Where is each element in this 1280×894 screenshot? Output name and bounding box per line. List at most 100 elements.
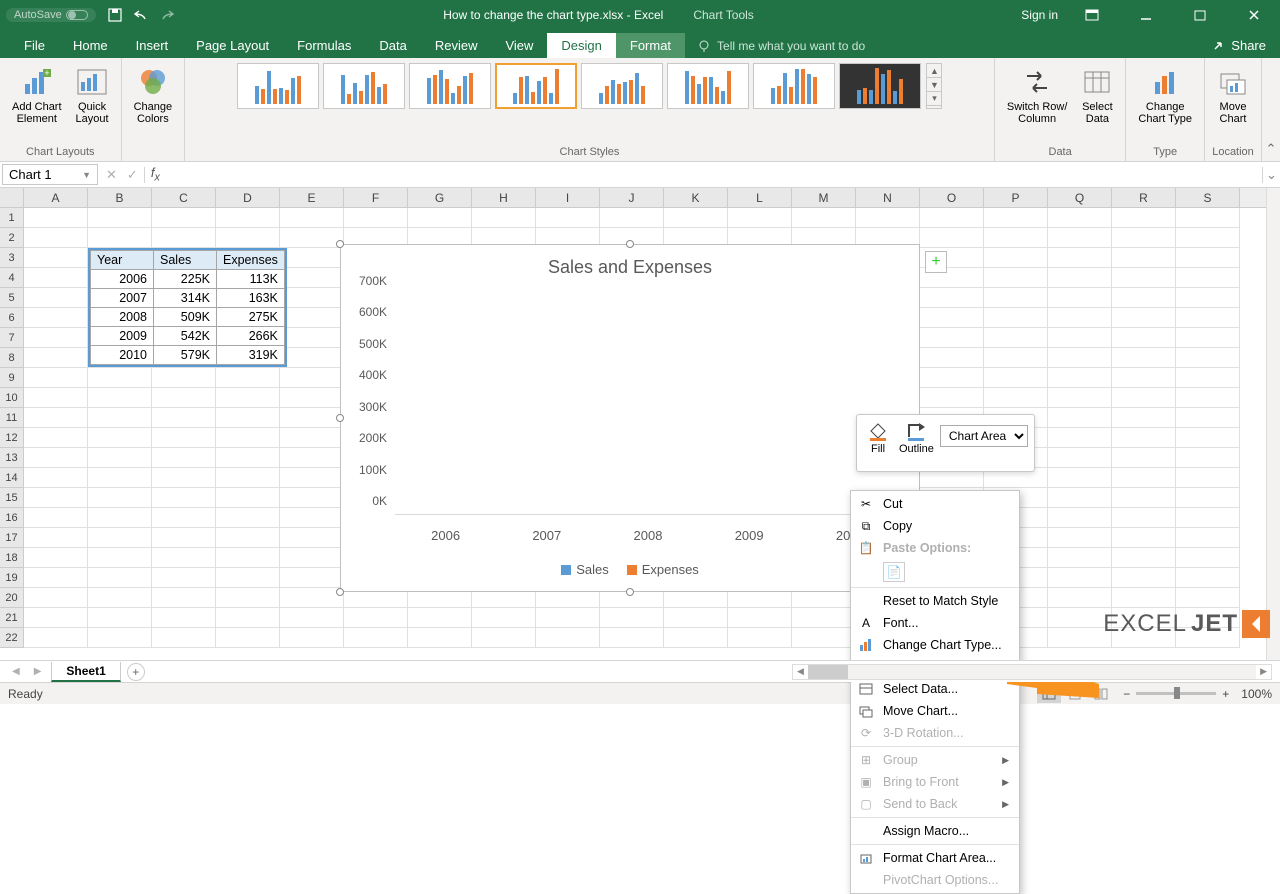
tab-view[interactable]: View — [491, 33, 547, 58]
embedded-chart[interactable]: Sales and Expenses 0K100K200K300K400K500… — [340, 244, 920, 592]
row-header[interactable]: 8 — [0, 348, 24, 368]
horizontal-scrollbar[interactable]: ◀ ▶ — [792, 664, 1272, 680]
cancel-formula-icon[interactable]: ✕ — [106, 167, 117, 183]
column-header[interactable]: B — [88, 188, 152, 207]
chart-element-selector[interactable]: Chart Area — [940, 425, 1028, 447]
tab-page-layout[interactable]: Page Layout — [182, 33, 283, 58]
move-chart-button[interactable]: Move Chart — [1211, 62, 1255, 129]
undo-icon[interactable] — [132, 6, 150, 24]
tab-formulas[interactable]: Formulas — [283, 33, 365, 58]
name-box[interactable]: Chart 1▼ — [2, 164, 98, 185]
close-icon[interactable] — [1234, 0, 1274, 30]
tab-data[interactable]: Data — [365, 33, 420, 58]
plot-area[interactable] — [395, 295, 901, 515]
tab-review[interactable]: Review — [421, 33, 492, 58]
outline-button[interactable]: Outline — [895, 419, 938, 467]
menu-format-chart-area[interactable]: Format Chart Area... — [851, 847, 1019, 869]
worksheet-grid[interactable]: ABCDEFGHIJKLMNOPQRS 12345678910111213141… — [0, 188, 1280, 660]
chart-style-thumb[interactable] — [581, 63, 663, 109]
column-header[interactable]: D — [216, 188, 280, 207]
column-header[interactable]: G — [408, 188, 472, 207]
column-header[interactable]: I — [536, 188, 600, 207]
column-header[interactable]: N — [856, 188, 920, 207]
chart-style-thumb[interactable] — [667, 63, 749, 109]
chart-style-thumb[interactable] — [839, 63, 921, 109]
minimize-icon[interactable] — [1126, 0, 1166, 30]
row-header[interactable]: 2 — [0, 228, 24, 248]
fill-button[interactable]: Fill — [863, 419, 893, 467]
menu-change-chart-type[interactable]: Change Chart Type... — [851, 634, 1019, 656]
column-header[interactable]: H — [472, 188, 536, 207]
expand-formula-bar-icon[interactable]: ⌄ — [1262, 167, 1280, 183]
tab-home[interactable]: Home — [59, 33, 122, 58]
style-gallery-scroll[interactable]: ▲▼▾ — [926, 63, 942, 109]
quick-layout-button[interactable]: Quick Layout — [70, 62, 115, 129]
column-header[interactable]: O — [920, 188, 984, 207]
row-header[interactable]: 12 — [0, 428, 24, 448]
add-chart-element-button[interactable]: + Add Chart Element — [6, 62, 68, 129]
column-header[interactable]: Q — [1048, 188, 1112, 207]
zoom-slider[interactable] — [1136, 692, 1216, 695]
sign-in-link[interactable]: Sign in — [1021, 8, 1058, 22]
row-header[interactable]: 16 — [0, 508, 24, 528]
collapse-ribbon-icon[interactable]: ⌃ — [1262, 58, 1280, 161]
row-header[interactable]: 9 — [0, 368, 24, 388]
maximize-icon[interactable] — [1180, 0, 1220, 30]
menu-font[interactable]: AFont... — [851, 612, 1019, 634]
menu-reset-match-style[interactable]: Reset to Match Style — [851, 590, 1019, 612]
row-header[interactable]: 13 — [0, 448, 24, 468]
save-icon[interactable] — [106, 6, 124, 24]
chart-title[interactable]: Sales and Expenses — [341, 257, 919, 278]
tab-insert[interactable]: Insert — [122, 33, 183, 58]
column-header[interactable]: C — [152, 188, 216, 207]
zoom-in-icon[interactable]: + — [1222, 687, 1229, 701]
select-data-button[interactable]: Select Data — [1075, 62, 1119, 129]
formula-input[interactable] — [166, 173, 1262, 177]
menu-copy[interactable]: ⧉Copy — [851, 515, 1019, 537]
column-header[interactable]: L — [728, 188, 792, 207]
menu-move-chart[interactable]: Move Chart... — [851, 700, 1019, 722]
new-sheet-button[interactable]: + — [127, 663, 145, 681]
chart-style-thumb[interactable] — [323, 63, 405, 109]
sheet-nav-next[interactable]: ▶ — [30, 666, 46, 677]
chart-legend[interactable]: Sales Expenses — [341, 562, 919, 577]
tab-design[interactable]: Design — [547, 33, 615, 58]
chart-style-thumb[interactable] — [409, 63, 491, 109]
column-header[interactable]: R — [1112, 188, 1176, 207]
change-chart-type-button[interactable]: Change Chart Type — [1132, 62, 1198, 129]
column-header[interactable]: K — [664, 188, 728, 207]
autosave-toggle[interactable]: AutoSave — [6, 8, 96, 22]
chart-elements-button[interactable]: + — [925, 251, 947, 273]
menu-cut[interactable]: ✂Cut — [851, 493, 1019, 515]
column-header[interactable]: P — [984, 188, 1048, 207]
column-header[interactable]: S — [1176, 188, 1240, 207]
row-header[interactable]: 3 — [0, 248, 24, 268]
tab-format[interactable]: Format — [616, 33, 685, 58]
row-header[interactable]: 11 — [0, 408, 24, 428]
column-header[interactable]: F — [344, 188, 408, 207]
row-header[interactable]: 4 — [0, 268, 24, 288]
column-header[interactable]: E — [280, 188, 344, 207]
vertical-scrollbar[interactable] — [1266, 188, 1280, 660]
row-header[interactable]: 10 — [0, 388, 24, 408]
row-header[interactable]: 17 — [0, 528, 24, 548]
chart-style-thumb[interactable] — [495, 63, 577, 109]
enter-formula-icon[interactable]: ✓ — [127, 167, 138, 183]
ribbon-display-icon[interactable] — [1072, 0, 1112, 30]
row-header[interactable]: 22 — [0, 628, 24, 648]
row-header[interactable]: 19 — [0, 568, 24, 588]
redo-icon[interactable] — [158, 6, 176, 24]
column-header[interactable]: J — [600, 188, 664, 207]
row-header[interactable]: 6 — [0, 308, 24, 328]
row-header[interactable]: 21 — [0, 608, 24, 628]
change-colors-button[interactable]: Change Colors — [128, 62, 179, 129]
tab-file[interactable]: File — [10, 33, 59, 58]
column-header[interactable]: M — [792, 188, 856, 207]
row-header[interactable]: 5 — [0, 288, 24, 308]
row-header[interactable]: 18 — [0, 548, 24, 568]
row-header[interactable]: 20 — [0, 588, 24, 608]
fx-icon[interactable]: fx — [145, 165, 166, 184]
share-button[interactable]: Share — [1198, 33, 1280, 58]
sheet-nav-prev[interactable]: ◀ — [8, 666, 24, 677]
menu-assign-macro[interactable]: Assign Macro... — [851, 820, 1019, 842]
